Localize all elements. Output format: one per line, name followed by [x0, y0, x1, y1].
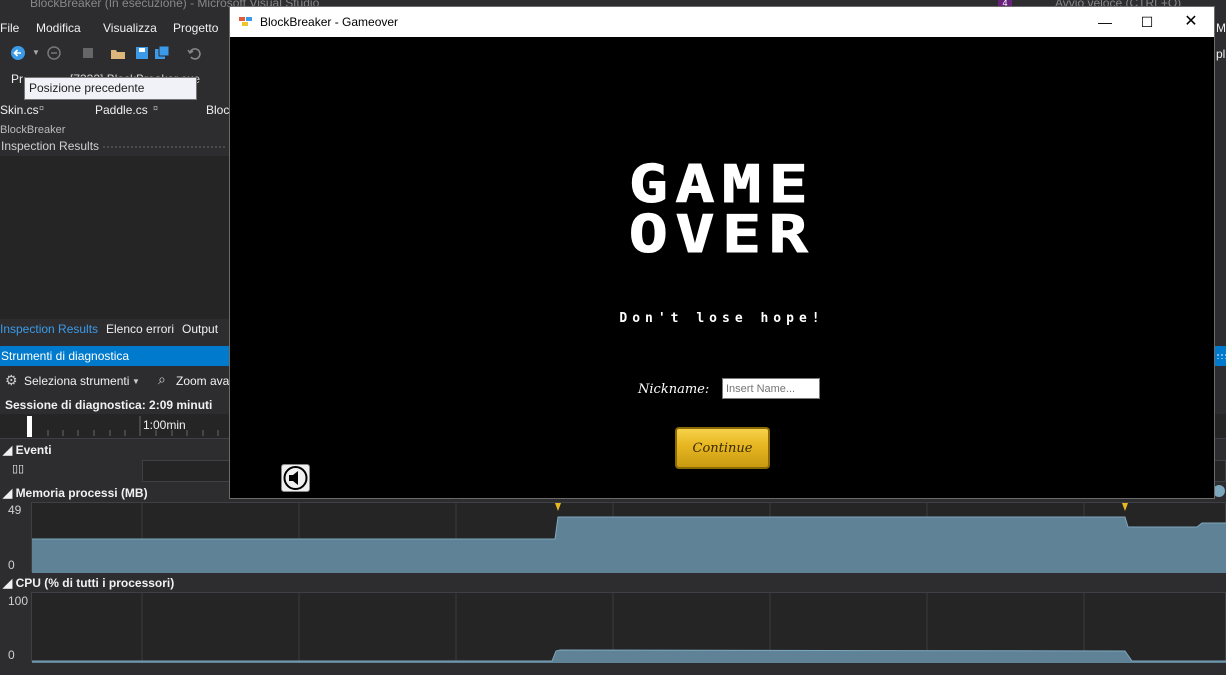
events-label: ◢ Eventi	[3, 443, 52, 457]
cpu-axis-min: 0	[8, 648, 15, 662]
ruler-tick-label: 1:00min	[143, 418, 186, 432]
pause-icon[interactable]: ▯▯	[12, 462, 24, 475]
nickname-input[interactable]	[722, 378, 820, 399]
tab-paddle-cs[interactable]: Paddle.cs	[95, 103, 148, 117]
memory-label-text: Memoria processi (MB)	[15, 486, 148, 500]
tab-inspection-results[interactable]: Inspection Results	[0, 322, 98, 336]
game-over-heading-line2: OVER	[628, 205, 816, 265]
solution-node[interactable]: BlockBreaker	[0, 120, 230, 134]
pin-icon[interactable]: ¤	[153, 103, 158, 113]
continue-button[interactable]: Continue	[675, 427, 770, 469]
memory-axis-max: 49	[8, 503, 22, 517]
nickname-label: Nickname:	[638, 382, 710, 397]
panel-header: Inspection Results	[0, 139, 230, 156]
right-edge-text-2: pli	[1216, 47, 1226, 61]
tab-skin-cs[interactable]: Skin.cs	[0, 103, 39, 117]
close-icon[interactable]: ✕	[1168, 7, 1214, 37]
bottom-tab-strip: Inspection Results Elenco errori Output	[0, 319, 230, 339]
maximize-icon[interactable]: ☐	[1124, 7, 1170, 37]
panel-grip[interactable]	[102, 145, 227, 150]
sound-toggle-button[interactable]	[281, 464, 310, 492]
select-tools-button[interactable]: Seleziona strumenti	[24, 374, 129, 388]
window-title-bar[interactable]: BlockBreaker - Gameover — ☐ ✕	[230, 7, 1214, 37]
tooltip: Posizione precedente (CTRL+-)	[24, 77, 197, 116]
right-edge-text-1: M	[1216, 21, 1226, 35]
process-label: Pr	[11, 72, 23, 86]
menu-progetto[interactable]: Progetto	[173, 21, 218, 35]
menu-visualizza[interactable]: Visualizza	[103, 21, 157, 35]
diagnostics-toolbar: ⚙ Seleziona strumenti ▼ ⌕ Zoom ava	[0, 368, 230, 393]
panel-title: Inspection Results	[1, 139, 100, 153]
back-dropdown-icon[interactable]: ▼	[32, 48, 40, 57]
zoom-button[interactable]: Zoom ava	[176, 374, 229, 388]
back-navigation-icon[interactable]	[10, 45, 28, 61]
tab-elenco-errori[interactable]: Elenco errori	[106, 322, 174, 336]
tab-output[interactable]: Output	[182, 322, 218, 336]
encouragement-message: Don't lose hope!	[619, 311, 825, 326]
undo-icon[interactable]	[186, 45, 202, 61]
save-all-icon[interactable]	[154, 45, 170, 61]
session-duration: Sessione di diagnostica: 2:09 minuti	[5, 398, 213, 412]
speaker-icon	[283, 466, 308, 490]
memory-graph-plot	[32, 503, 1226, 573]
menu-file[interactable]: File	[0, 21, 19, 35]
minimize-icon[interactable]: —	[1082, 7, 1128, 37]
zoom-icon[interactable]: ⌕	[158, 371, 166, 388]
open-folder-icon[interactable]	[110, 45, 126, 61]
cpu-axis-max: 100	[8, 594, 29, 608]
cpu-graph-plot	[32, 593, 1226, 663]
vs-toolbar: ▼	[0, 40, 230, 66]
gameover-window: BlockBreaker - Gameover — ☐ ✕ GAME OVER …	[229, 6, 1215, 499]
menu-modifica[interactable]: Modifica	[36, 21, 81, 35]
chevron-down-icon[interactable]: ▼	[132, 377, 140, 386]
pin-icon[interactable]: ¤	[39, 103, 44, 113]
memory-label: ◢ Memoria processi (MB)	[3, 486, 148, 500]
save-icon[interactable]	[134, 45, 150, 61]
memory-graph[interactable]	[31, 502, 1226, 573]
events-label-text: Eventi	[15, 443, 52, 457]
gear-icon[interactable]: ⚙	[5, 372, 18, 389]
game-over-heading-line1: GAME	[628, 155, 816, 215]
document-tabs: Skin.cs ¤ Paddle.cs ¤ Block	[0, 100, 235, 120]
cpu-label-text: CPU (% di tutti i processori)	[15, 576, 175, 590]
app-icon	[239, 17, 252, 26]
memory-axis-min: 0	[8, 558, 15, 572]
window-title: BlockBreaker - Gameover	[260, 15, 399, 29]
cpu-label: ◢ CPU (% di tutti i processori)	[3, 576, 175, 590]
forward-navigation-icon[interactable]	[46, 45, 62, 61]
diagnostics-title: Strumenti di diagnostica	[1, 349, 130, 363]
cpu-graph[interactable]	[31, 592, 1226, 663]
new-project-icon[interactable]	[80, 45, 96, 61]
